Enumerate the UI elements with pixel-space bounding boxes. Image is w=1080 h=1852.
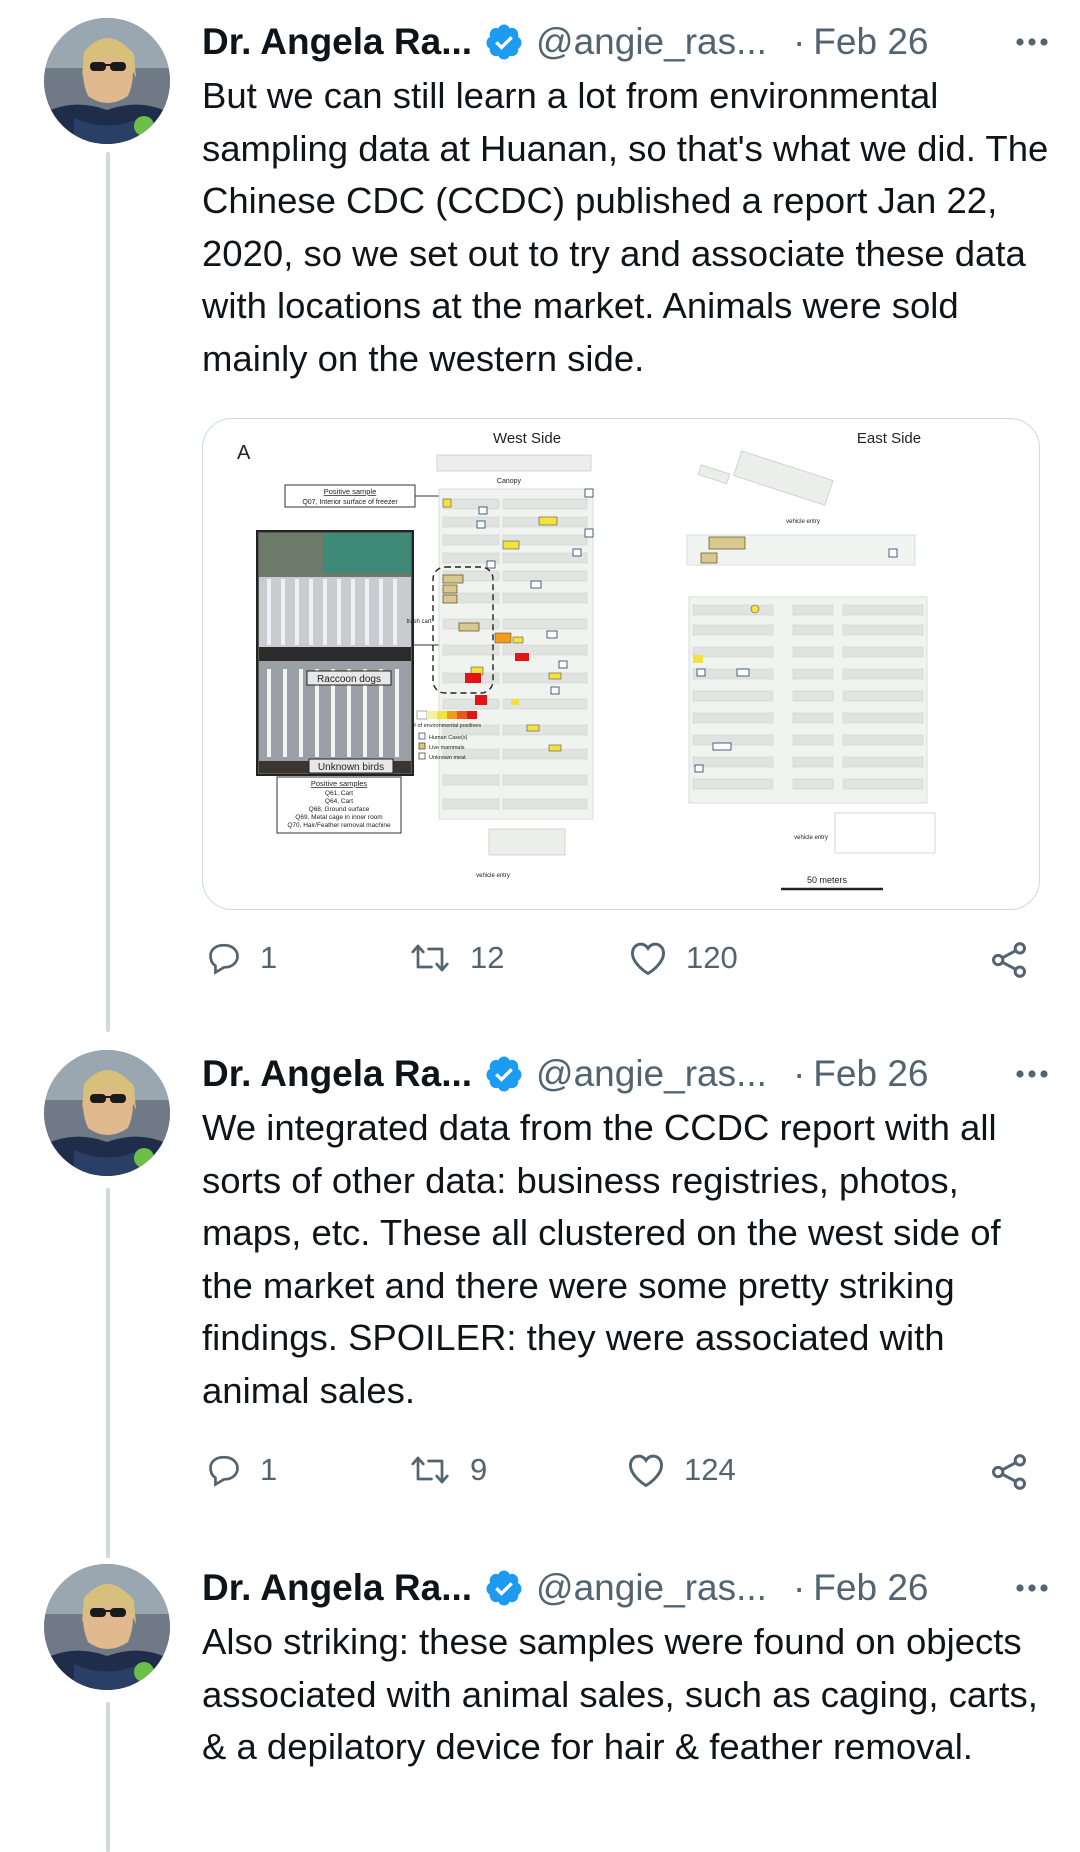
west-side-label: West Side <box>493 430 561 447</box>
tweet-actions: 1 9 124 <box>202 1452 1052 1502</box>
east-side-label: East Side <box>857 430 921 447</box>
positive-sample-item: Q61, Cart <box>325 790 353 797</box>
tweet-date[interactable]: Feb 26 <box>813 21 928 63</box>
east-side-map: vehicle entry vehicle entry 50 meters <box>686 450 936 891</box>
vehicle-entry-label: vehicle entry <box>786 519 820 525</box>
separator: · <box>792 21 806 62</box>
verified-badge-icon <box>486 1056 522 1092</box>
tweet-header: Dr. Angela Ra... @angie_ras... · Feb 26 <box>202 18 1052 66</box>
west-side-map: Canopy trash cart # of environmental pos… <box>406 454 594 879</box>
verified-badge-icon <box>486 24 522 60</box>
retweet-icon <box>411 944 449 972</box>
separator: · <box>792 1567 806 1608</box>
trash-cart-label: trash cart <box>406 619 431 625</box>
share-button[interactable] <box>988 940 1030 980</box>
reply-button[interactable]: 1 <box>206 940 277 976</box>
positive-samples-title: Positive samples <box>311 779 368 788</box>
thread-line <box>106 1188 110 1558</box>
tweet-date[interactable]: Feb 26 <box>813 1053 928 1095</box>
positive-sample-desc: Q07, Interior surface of freezer <box>302 499 398 506</box>
retweet-count: 9 <box>470 1452 488 1487</box>
author-name[interactable]: Dr. Angela Ra... <box>202 1053 472 1095</box>
reply-count: 1 <box>260 1452 278 1487</box>
heart-icon <box>630 942 666 976</box>
legend-item: Live mammals <box>429 745 465 751</box>
share-icon <box>992 942 1026 978</box>
canopy-label: Canopy <box>497 478 522 485</box>
raccoon-dogs-label: Raccoon dogs <box>317 674 381 685</box>
tweet-header: Dr. Angela Ra... @angie_ras... · Feb 26 <box>202 1050 1052 1098</box>
avatar[interactable] <box>44 1050 170 1176</box>
retweet-icon <box>411 1456 449 1484</box>
author-handle[interactable]: @angie_ras... <box>536 21 767 63</box>
reply-count: 1 <box>260 940 278 975</box>
tweet-text: We integrated data from the CCDC report … <box>202 1107 1001 1411</box>
tweet-text: But we can still learn a lot from enviro… <box>202 75 1049 379</box>
author-name[interactable]: Dr. Angela Ra... <box>202 21 472 63</box>
author-handle[interactable]: @angie_ras... <box>536 1567 767 1609</box>
heart-icon <box>628 1454 664 1488</box>
like-button[interactable]: 120 <box>628 940 738 976</box>
more-icon[interactable] <box>1012 24 1052 60</box>
panel-label: A <box>237 442 251 464</box>
thread-line <box>106 1702 110 1852</box>
retweet-button[interactable]: 9 <box>408 1452 487 1488</box>
like-count: 120 <box>686 940 738 975</box>
unknown-birds-label: Unknown birds <box>318 762 384 773</box>
legend-item: Human Case(s) <box>429 735 468 741</box>
scale-label: 50 meters <box>807 875 848 885</box>
avatar[interactable] <box>44 1564 170 1690</box>
reply-icon <box>209 943 239 975</box>
more-icon[interactable] <box>1012 1056 1052 1092</box>
tweet-date[interactable]: Feb 26 <box>813 1567 928 1609</box>
like-count: 124 <box>684 1452 736 1487</box>
verified-badge-icon <box>486 1570 522 1606</box>
more-icon[interactable] <box>1012 1570 1052 1606</box>
vehicle-entry-label: vehicle entry <box>476 873 510 879</box>
positive-sample-item: Q68, Ground surface <box>309 806 370 813</box>
reply-button[interactable]: 1 <box>206 1452 277 1488</box>
market-map-image[interactable]: A West Side East Side Positive sample Q0… <box>202 418 1040 910</box>
tweet-text: Also striking: these samples were found … <box>202 1621 1038 1767</box>
reply-icon <box>209 1455 239 1487</box>
retweet-button[interactable]: 12 <box>408 940 504 976</box>
tweet-actions: 1 12 120 <box>202 940 1052 990</box>
vehicle-entry-label: vehicle entry <box>794 835 828 841</box>
share-button[interactable] <box>988 1452 1030 1492</box>
thread-line <box>106 152 110 1032</box>
legend-item: Unknown meat <box>429 755 466 761</box>
retweet-count: 12 <box>470 940 505 975</box>
author-handle[interactable]: @angie_ras... <box>536 1053 767 1095</box>
positive-sample-title: Positive sample <box>324 487 377 496</box>
avatar[interactable] <box>44 18 170 144</box>
legend-scale-label: # of environmental positives <box>413 723 481 729</box>
like-button[interactable]: 124 <box>626 1452 736 1488</box>
tweet-header: Dr. Angela Ra... @angie_ras... · Feb 26 <box>202 1564 1052 1612</box>
share-icon <box>992 1454 1026 1490</box>
author-name[interactable]: Dr. Angela Ra... <box>202 1567 472 1609</box>
positive-sample-item: Q64, Cart <box>325 798 353 805</box>
positive-sample-item: Q70, Hair/Feather removal machine <box>287 822 391 829</box>
positive-sample-item: Q69, Metal cage in inner room <box>295 814 382 821</box>
separator: · <box>792 1053 806 1094</box>
